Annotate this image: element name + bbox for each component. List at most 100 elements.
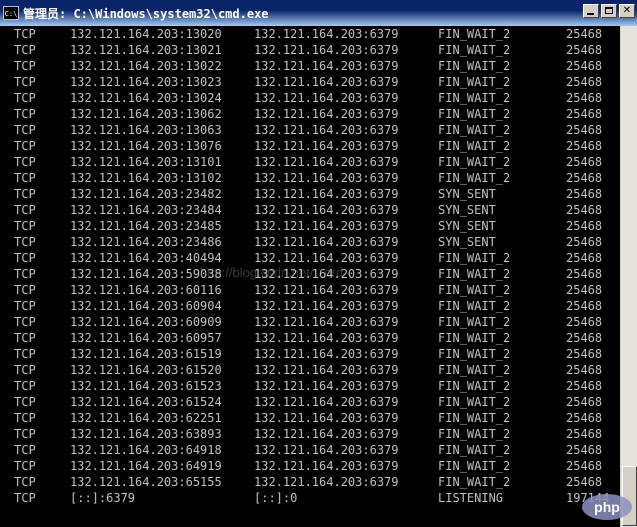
- maximize-icon: [605, 7, 613, 14]
- state-cell: FIN_WAIT_2: [438, 27, 511, 41]
- local-address-cell: 132.121.164.203:13062: [70, 107, 222, 121]
- state-cell: FIN_WAIT_2: [438, 251, 511, 265]
- protocol-cell: TCP: [14, 443, 36, 457]
- local-address-cell: 132.121.164.203:63893: [70, 427, 222, 441]
- local-address-cell: 132.121.164.203:60909: [70, 315, 222, 329]
- foreign-address-cell: 132.121.164.203:6379: [254, 283, 399, 297]
- state-cell: LISTENING: [438, 491, 504, 505]
- pid-cell: 25468: [566, 139, 603, 153]
- connection-row: TCP 132.121.164.203:64919 132.121.164.203:…: [0, 458, 620, 474]
- minimize-button[interactable]: [583, 4, 599, 18]
- pid-cell: 25468: [566, 59, 603, 73]
- local-address-cell: 132.121.164.203:23485: [70, 219, 222, 233]
- protocol-cell: TCP: [14, 91, 36, 105]
- connection-row: TCP 132.121.164.203:62251 132.121.164.203:…: [0, 410, 620, 426]
- connection-row: TCP 132.121.164.203:13102 132.121.164.203:…: [0, 170, 620, 186]
- pid-cell: 25468: [566, 347, 603, 361]
- protocol-cell: TCP: [14, 123, 36, 137]
- protocol-cell: TCP: [14, 107, 36, 121]
- pid-cell: 25468: [566, 203, 603, 217]
- state-cell: FIN_WAIT_2: [438, 267, 511, 281]
- local-address-cell: 132.121.164.203:61524: [70, 395, 222, 409]
- title-buttons: ✕: [583, 4, 635, 18]
- protocol-cell: TCP: [14, 171, 36, 185]
- foreign-address-cell: 132.121.164.203:6379: [254, 251, 399, 265]
- foreign-address-cell: 132.121.164.203:6379: [254, 315, 399, 329]
- state-cell: FIN_WAIT_2: [438, 59, 511, 73]
- protocol-cell: TCP: [14, 219, 36, 233]
- pid-cell: 25468: [566, 75, 603, 89]
- scrollbar-thumb[interactable]: [622, 466, 637, 526]
- pid-cell: 25468: [566, 331, 603, 345]
- pid-cell: 25468: [566, 299, 603, 313]
- state-cell: FIN_WAIT_2: [438, 411, 511, 425]
- connection-row: TCP 132.121.164.203:64918 132.121.164.203:…: [0, 442, 620, 458]
- foreign-address-cell: 132.121.164.203:6379: [254, 43, 399, 57]
- foreign-address-cell: 132.121.164.203:6379: [254, 219, 399, 233]
- connection-row: TCP 132.121.164.203:13022 132.121.164.203:…: [0, 58, 620, 74]
- state-cell: FIN_WAIT_2: [438, 459, 511, 473]
- pid-cell: 25468: [566, 27, 603, 41]
- protocol-cell: TCP: [14, 251, 36, 265]
- close-icon: ✕: [622, 5, 632, 16]
- pid-cell: 25468: [566, 379, 603, 393]
- local-address-cell: 132.121.164.203:23484: [70, 203, 222, 217]
- protocol-cell: TCP: [14, 187, 36, 201]
- protocol-cell: TCP: [14, 59, 36, 73]
- pid-cell: 25468: [566, 475, 603, 489]
- pid-cell: 25468: [566, 235, 603, 249]
- connection-row: TCP 132.121.164.203:13063 132.121.164.203:…: [0, 122, 620, 138]
- connection-row: TCP 132.121.164.203:13076 132.121.164.203:…: [0, 138, 620, 154]
- state-cell: FIN_WAIT_2: [438, 43, 511, 57]
- state-cell: FIN_WAIT_2: [438, 155, 511, 169]
- connection-row: TCP 132.121.164.203:61523 132.121.164.203:…: [0, 378, 620, 394]
- local-address-cell: 132.121.164.203:64918: [70, 443, 222, 457]
- local-address-cell: 132.121.164.203:62251: [70, 411, 222, 425]
- pid-cell: 25468: [566, 427, 603, 441]
- title-bar[interactable]: C:\ 管理员: C:\Windows\system32\cmd.exe ✕: [0, 0, 637, 26]
- state-cell: FIN_WAIT_2: [438, 171, 511, 185]
- vertical-scrollbar[interactable]: [620, 26, 637, 527]
- local-address-cell: 132.121.164.203:64919: [70, 459, 222, 473]
- connection-row: TCP 132.121.164.203:65155 132.121.164.203:…: [0, 474, 620, 490]
- local-address-cell: 132.121.164.203:13021: [70, 43, 222, 57]
- foreign-address-cell: 132.121.164.203:6379: [254, 331, 399, 345]
- pid-cell: 25468: [566, 411, 603, 425]
- connection-row: TCP 132.121.164.203:13062 132.121.164.203:…: [0, 106, 620, 122]
- pid-cell: 25468: [566, 363, 603, 377]
- console-output[interactable]: TCP 132.121.164.203:13020 132.121.164.203:…: [0, 26, 620, 527]
- connection-row: TCP 132.121.164.203:23484 132.121.164.203:…: [0, 202, 620, 218]
- maximize-button[interactable]: [601, 4, 617, 18]
- connection-row: TCP 132.121.164.203:59038 132.121.164.203:…: [0, 266, 620, 282]
- local-address-cell: 132.121.164.203:13024: [70, 91, 222, 105]
- foreign-address-cell: 132.121.164.203:6379: [254, 203, 399, 217]
- local-address-cell: 132.121.164.203:13101: [70, 155, 222, 169]
- local-address-cell: 132.121.164.203:59038: [70, 267, 222, 281]
- close-button[interactable]: ✕: [619, 4, 635, 18]
- foreign-address-cell: 132.121.164.203:6379: [254, 267, 399, 281]
- local-address-cell: 132.121.164.203:60957: [70, 331, 222, 345]
- protocol-cell: TCP: [14, 315, 36, 329]
- window-title: 管理员: C:\Windows\system32\cmd.exe: [23, 6, 269, 21]
- connection-row: TCP 132.121.164.203:40494 132.121.164.203:…: [0, 250, 620, 266]
- state-cell: FIN_WAIT_2: [438, 75, 511, 89]
- state-cell: SYN_SENT: [438, 219, 496, 233]
- cmd-app-icon[interactable]: C:\: [3, 6, 19, 20]
- state-cell: FIN_WAIT_2: [438, 347, 511, 361]
- protocol-cell: TCP: [14, 331, 36, 345]
- connection-row: TCP 132.121.164.203:23486 132.121.164.203:…: [0, 234, 620, 250]
- foreign-address-cell: 132.121.164.203:6379: [254, 427, 399, 441]
- state-cell: FIN_WAIT_2: [438, 363, 511, 377]
- pid-cell: 25468: [566, 251, 603, 265]
- local-address-cell: 132.121.164.203:13022: [70, 59, 222, 73]
- foreign-address-cell: 132.121.164.203:6379: [254, 107, 399, 121]
- protocol-cell: TCP: [14, 43, 36, 57]
- foreign-address-cell: 132.121.164.203:6379: [254, 75, 399, 89]
- local-address-cell: 132.121.164.203:23482: [70, 187, 222, 201]
- state-cell: SYN_SENT: [438, 235, 496, 249]
- pid-cell: 25468: [566, 43, 603, 57]
- state-cell: FIN_WAIT_2: [438, 427, 511, 441]
- local-address-cell: 132.121.164.203:61520: [70, 363, 222, 377]
- connection-row: TCP 132.121.164.203:63893 132.121.164.203:…: [0, 426, 620, 442]
- local-address-cell: 132.121.164.203:13102: [70, 171, 222, 185]
